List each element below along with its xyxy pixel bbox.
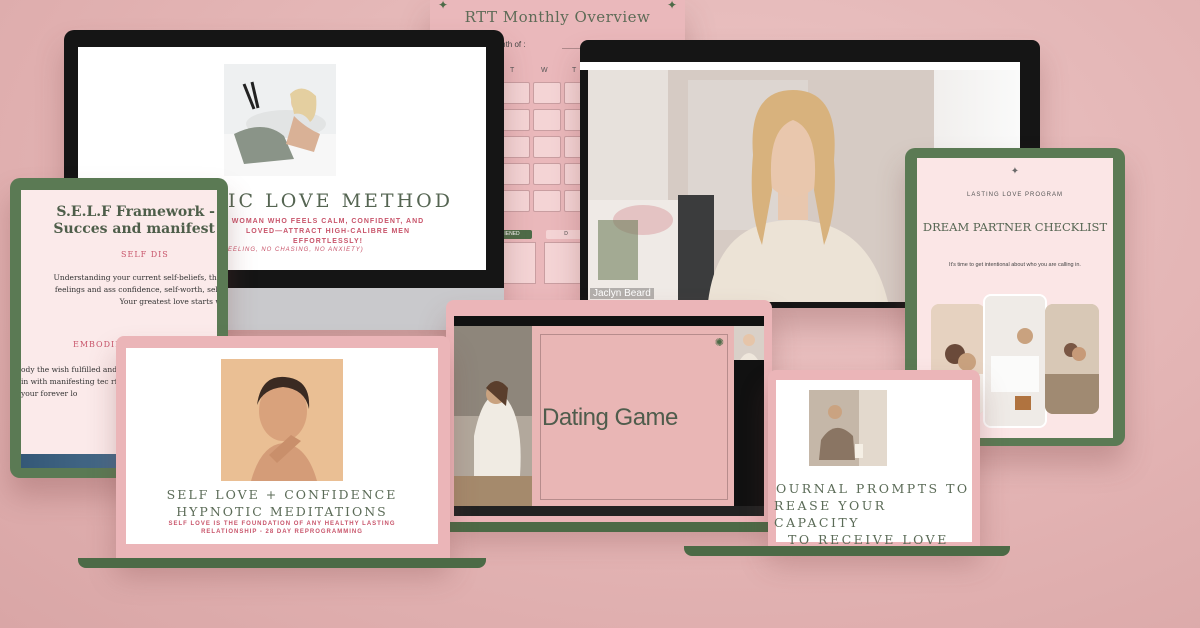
laptop-right: OURNAL PROMPTS TO REASE YOUR CAPACITY TO…: [768, 370, 980, 547]
method-subtitle: WOMAN WHO FEELS CALM, CONFIDENT, AND LOV…: [231, 218, 425, 245]
meditation-title-line: SELF LOVE + CONFIDENCE: [166, 487, 398, 502]
calendar-cell: [502, 136, 530, 158]
section-heading: SELF DIS: [121, 250, 169, 259]
calendar-cell: [502, 163, 530, 185]
calendar-cell: [533, 136, 561, 158]
meditation-title: SELF LOVE + CONFIDENCE HYPNOTIC MEDITATI…: [126, 486, 438, 520]
laptop-screen: OURNAL PROMPTS TO REASE YOUR CAPACITY TO…: [774, 380, 972, 547]
calendar-cell: [533, 163, 561, 185]
laptop-base: [78, 558, 486, 568]
laptop-screen: SELF LOVE + CONFIDENCE HYPNOTIC MEDITATI…: [126, 348, 438, 544]
day-label: T: [510, 67, 515, 74]
calendar-cell: [533, 82, 561, 104]
video-call-frame: Jaclyn Beard: [588, 70, 934, 302]
beach-photo-card: [1045, 304, 1099, 414]
calendar-cell: [502, 82, 530, 104]
laptop-middle: ✺ Dating Game: [446, 300, 772, 522]
gear-icon: ✺: [714, 337, 724, 349]
journal-line: REASE YOUR CAPACITY: [774, 498, 887, 530]
calendar-cell: [533, 190, 561, 212]
method-tagline: EELING, NO CHASING, NO ANXIETY): [228, 247, 364, 253]
calendar-grid: [502, 82, 592, 212]
checklist-body: It's time to get intentional about who y…: [949, 262, 1081, 268]
slide-title: Dating Game: [542, 404, 678, 431]
calendar-cell: [533, 109, 561, 131]
framework-title: S.E.L.F Framework - Succes and manifest: [53, 204, 215, 237]
framework-paragraph: Understanding your current self-beliefs,…: [53, 273, 217, 306]
laptop-base: [684, 546, 1010, 556]
planner-title: RTT Monthly Overview: [464, 8, 651, 26]
day-label: T: [572, 67, 577, 74]
calendar-cell: [502, 190, 530, 212]
checklist-title: DREAM PARTNER CHECKLIST: [922, 220, 1108, 234]
program-eyebrow: LASTING LOVE PROGRAM: [966, 192, 1064, 198]
woman-reading-photo: [809, 390, 887, 466]
woman-lounging-image: [224, 64, 336, 176]
woman-portrait-photo: [221, 359, 343, 481]
laptop-left: SELF LOVE + CONFIDENCE HYPNOTIC MEDITATI…: [116, 336, 450, 558]
bedroom-photo-card: [983, 294, 1047, 428]
video-toolbar: [454, 506, 764, 516]
presentation-slide: ✺ Dating Game: [532, 326, 734, 506]
monitor-bezel-top: [580, 62, 1020, 70]
day-label: W: [541, 67, 548, 74]
note-box: [502, 242, 536, 284]
star-icon: ✦: [1010, 166, 1020, 177]
laptop-screen: ✺ Dating Game: [454, 316, 764, 516]
video-call-image: [588, 70, 934, 302]
meditation-title-line: HYPNOTIC MEDITATIONS: [176, 504, 388, 519]
method-heading: IC LOVE METHOD: [228, 190, 453, 212]
journal-line: OURNAL PROMPTS TO: [776, 481, 970, 496]
tablet-camera: [109, 182, 129, 213]
participant-name-tag: Jaclyn Beard: [590, 288, 654, 299]
meditation-subtitle: SELF LOVE IS THE FOUNDATION OF ANY HEALT…: [168, 521, 396, 535]
laptop-base: [432, 522, 788, 532]
calendar-cell: [502, 109, 530, 131]
webcam-thumbnail: [734, 326, 764, 360]
hero-photo: [224, 64, 336, 176]
woman-tea-photo: [454, 326, 532, 506]
journal-heading: OURNAL PROMPTS TO REASE YOUR CAPACITY TO…: [774, 480, 972, 548]
tablet-camera: [1005, 152, 1025, 183]
